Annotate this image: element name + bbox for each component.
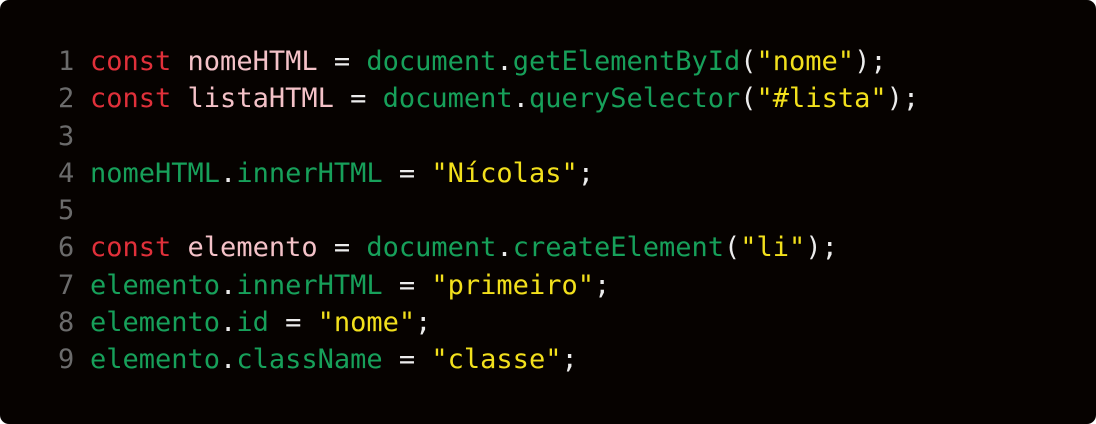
code-token-string: "Nícolas" — [431, 157, 578, 189]
code-token-string: "#lista" — [756, 83, 887, 115]
code-token-object: elemento — [90, 344, 221, 376]
code-token-punct: = — [382, 344, 432, 376]
code-token-punct — [171, 83, 187, 114]
code-token-punct: ; — [577, 157, 594, 189]
code-token-punct: ); — [886, 83, 920, 115]
line-number: 8 — [58, 307, 75, 339]
code-block: 1 const nomeHTML = document.getElementByI… — [0, 43, 1096, 379]
code-content: elemento.innerHTML = "primeiro"; — [90, 267, 610, 304]
code-token-punct: = — [268, 307, 318, 339]
code-token-string: "li" — [740, 232, 806, 264]
code-token-prop: innerHTML — [236, 269, 383, 301]
code-line: 3 — [0, 118, 1096, 155]
code-line: 2 const listaHTML = document.querySelecto… — [0, 80, 1096, 117]
code-content: const listaHTML = document.querySelector… — [90, 80, 919, 117]
code-token-object: document — [366, 232, 497, 264]
code-line: 9 elemento.className = "classe"; — [0, 341, 1096, 378]
code-token-object: elemento — [90, 269, 221, 301]
code-token-ident: elemento — [187, 232, 318, 264]
line-number: 4 — [58, 157, 75, 189]
code-token-prop: innerHTML — [236, 157, 383, 189]
code-token-punct: . — [496, 232, 513, 264]
code-token-keyword: const — [90, 83, 172, 115]
code-token-punct: = — [382, 269, 432, 301]
code-token-punct: ( — [740, 83, 757, 115]
code-token-punct: ( — [724, 232, 741, 264]
code-token-object: nomeHTML — [90, 157, 221, 189]
line-number: 2 — [58, 83, 75, 115]
code-token-prop: querySelector — [528, 83, 741, 115]
code-token-string: "nome" — [756, 46, 855, 77]
code-token-punct — [171, 46, 187, 77]
code-line: 5 — [0, 192, 1096, 229]
code-content: const elemento = document.createElement(… — [90, 229, 838, 266]
code-content: nomeHTML.innerHTML = "Nícolas"; — [90, 155, 594, 192]
code-line: 6 const elemento = document.createElement… — [0, 229, 1096, 266]
code-token-prop: createElement — [512, 232, 725, 264]
code-token-punct: = — [317, 232, 367, 264]
code-token-object: document — [382, 83, 513, 115]
code-token-punct: ; — [593, 269, 611, 301]
code-line: 4 nomeHTML.innerHTML = "Nícolas"; — [0, 155, 1096, 192]
code-token-punct: = — [382, 157, 432, 189]
code-token-punct: . — [496, 46, 513, 77]
code-token-keyword: const — [90, 46, 172, 77]
code-token-punct: ; — [561, 344, 578, 376]
code-line: 8 elemento.id = "nome"; — [0, 304, 1096, 341]
code-token-punct: . — [512, 83, 529, 115]
code-token-punct — [171, 232, 187, 263]
code-token-punct: ); — [854, 46, 887, 77]
code-line: 1 const nomeHTML = document.getElementByI… — [0, 43, 1096, 80]
code-token-keyword: const — [90, 232, 172, 264]
code-token-string: "nome" — [317, 307, 416, 339]
code-editor: 1 const nomeHTML = document.getElementByI… — [0, 0, 1096, 424]
code-token-prop: getElementById — [512, 46, 741, 77]
code-token-object: elemento — [90, 307, 221, 339]
code-token-ident: nomeHTML — [187, 46, 318, 77]
line-number: 5 — [58, 195, 75, 227]
code-line: 7 elemento.innerHTML = "primeiro"; — [0, 267, 1096, 304]
code-token-punct: . — [220, 307, 237, 339]
line-number: 6 — [58, 232, 75, 264]
code-content: const nomeHTML = document.getElementById… — [90, 43, 887, 80]
line-number: 1 — [58, 46, 75, 77]
code-token-punct: ); — [805, 232, 838, 264]
code-token-string: "primeiro" — [431, 269, 594, 301]
code-token-punct: . — [220, 269, 237, 301]
code-token-punct: . — [220, 157, 237, 189]
code-content: elemento.id = "nome"; — [90, 304, 431, 341]
code-token-string: "classe" — [431, 344, 562, 376]
code-token-punct: ( — [740, 46, 757, 77]
code-content: elemento.className = "classe"; — [90, 341, 578, 378]
code-token-punct: . — [220, 344, 237, 376]
code-token-prop: className — [236, 344, 383, 376]
code-token-punct: = — [317, 46, 367, 77]
code-token-ident: listaHTML — [187, 83, 334, 115]
code-token-punct: ; — [415, 307, 432, 339]
line-number: 7 — [58, 269, 75, 301]
line-number: 3 — [58, 120, 75, 152]
code-token-punct: = — [333, 83, 383, 115]
code-token-object: document — [366, 46, 497, 77]
line-number: 9 — [58, 344, 75, 376]
code-token-prop: id — [236, 307, 269, 339]
